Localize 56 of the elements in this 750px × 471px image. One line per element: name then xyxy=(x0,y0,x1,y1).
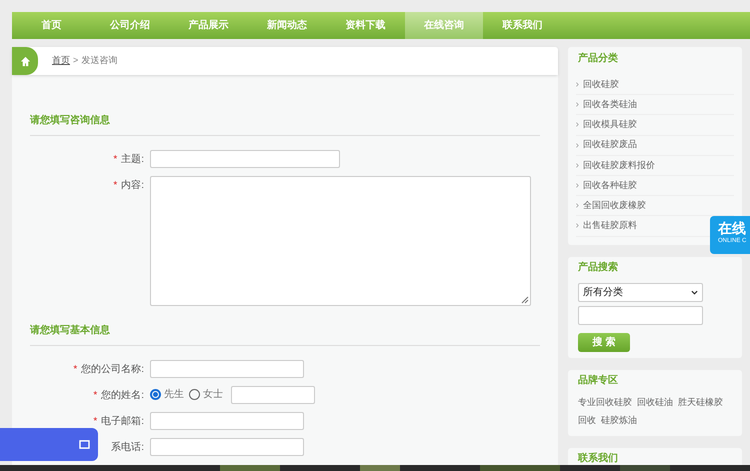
breadcrumb-link[interactable]: 首页 xyxy=(52,54,70,68)
field-label: 系电话: xyxy=(111,440,144,455)
required-marker: * xyxy=(93,389,98,403)
box-title: 产品搜索 xyxy=(578,260,618,275)
field-label: 您的姓名: xyxy=(101,389,144,403)
brand-link[interactable]: 专业回收硅胶 xyxy=(578,396,632,409)
brand-link[interactable]: 回收 xyxy=(578,414,596,428)
brand-link[interactable]: 回收硅油 xyxy=(637,396,673,409)
category-select[interactable]: 所有分类 xyxy=(578,282,703,302)
required-marker: * xyxy=(113,153,118,167)
chevron-icon xyxy=(576,102,579,108)
radio-option[interactable]: 先生 xyxy=(150,387,184,402)
chevron-icon xyxy=(576,223,579,228)
section-title: 请您填写咨询信息 xyxy=(30,115,110,126)
category-link[interactable]: 全国回收废橡胶 xyxy=(583,198,646,212)
category-link[interactable]: 回收硅胶 xyxy=(583,78,619,92)
field-label: 您的公司名称: xyxy=(81,363,144,377)
resize-handle-icon[interactable] xyxy=(521,296,529,304)
breadcrumb-current: 发送咨询 xyxy=(81,54,118,68)
box-title: 品牌专区 xyxy=(578,374,618,388)
section-title: 请您填写基本信息 xyxy=(30,325,110,336)
brand-link[interactable]: 硅胶炼油 xyxy=(601,414,637,428)
text-input[interactable] xyxy=(150,412,304,430)
required-marker: * xyxy=(93,415,98,429)
category-link[interactable]: 回收模具硅胶 xyxy=(583,118,637,132)
home-button[interactable] xyxy=(12,47,38,75)
name-input[interactable] xyxy=(231,386,315,404)
text-input[interactable] xyxy=(150,360,304,378)
radio-option[interactable]: 女士 xyxy=(189,387,223,402)
required-marker: * xyxy=(73,363,78,377)
chevron-icon xyxy=(576,183,579,188)
box-title: 联系我们 xyxy=(578,452,618,466)
text-input[interactable] xyxy=(150,150,340,168)
chevron-down-icon xyxy=(691,288,698,296)
text-input[interactable] xyxy=(150,438,304,456)
chevron-icon xyxy=(576,142,579,148)
field-label: 内容: xyxy=(121,178,144,193)
field-label: 电子邮箱: xyxy=(101,414,144,429)
category-link[interactable]: 回收各种硅胶 xyxy=(583,178,637,192)
window-icon xyxy=(79,440,90,449)
category-link[interactable]: 回收硅胶废品 xyxy=(583,138,637,152)
category-link[interactable]: 回收各类硅油 xyxy=(583,98,637,112)
category-link[interactable]: 回收硅胶废料报价 xyxy=(583,158,655,172)
chevron-icon xyxy=(576,162,579,168)
brand-link[interactable]: 胜天硅橡胶 xyxy=(678,396,723,409)
chevron-icon xyxy=(576,122,579,128)
box-title: 产品分类 xyxy=(578,52,618,66)
required-marker: * xyxy=(113,179,118,193)
breadcrumb-separator: > xyxy=(73,54,78,68)
home-icon xyxy=(20,56,30,66)
field-label: 主题: xyxy=(121,152,144,167)
chevron-icon xyxy=(576,203,579,208)
floating-panel[interactable] xyxy=(0,428,98,461)
category-link[interactable]: 出售硅胶原料 xyxy=(583,219,637,233)
chevron-icon xyxy=(576,82,579,88)
search-input[interactable] xyxy=(578,306,703,324)
